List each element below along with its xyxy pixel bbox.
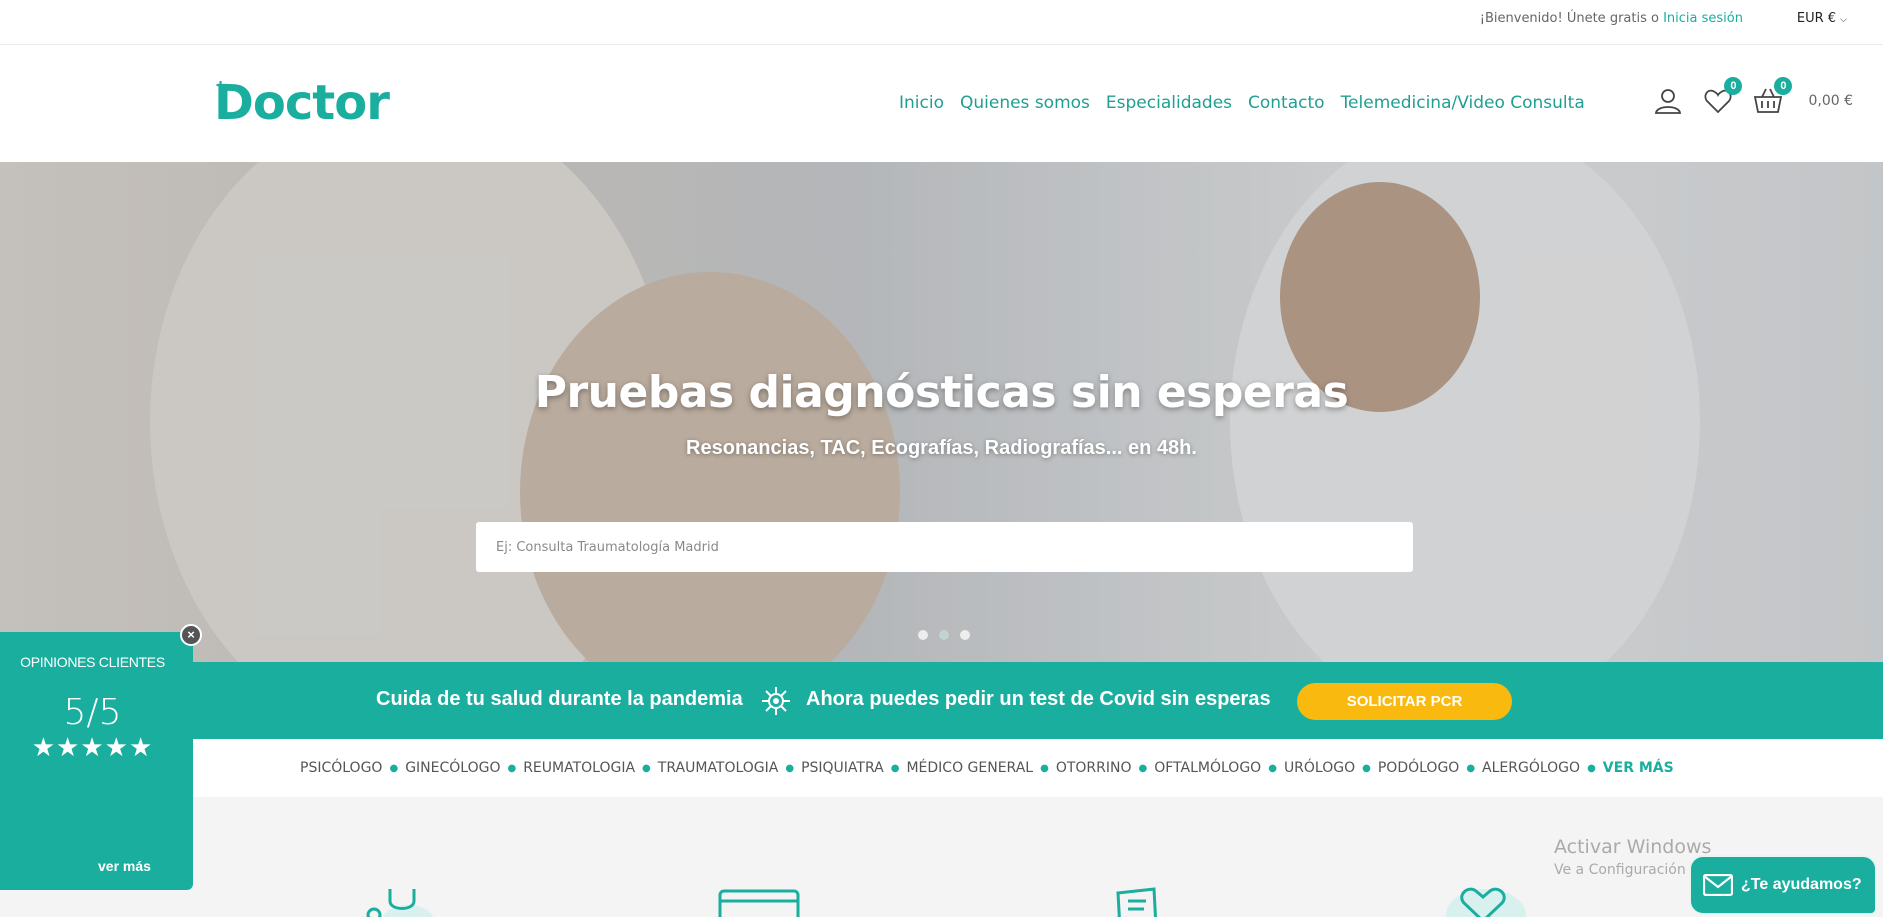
reviews-score: 5/5 [63,692,122,733]
nav-item-contacto[interactable]: Contacto [1248,93,1325,113]
reviews-title: OPINIONES CLIENTES [20,654,165,670]
nav-item-telemedicina[interactable]: Telemedicina/Video Consulta [1341,93,1585,113]
slider-dot-1[interactable] [918,630,928,640]
nav-item-especialidades[interactable]: Especialidades [1106,93,1232,113]
main-nav: Inicio Quienes somos Especialidades Cont… [899,93,1585,113]
specialty-link[interactable]: ALERGÓLOGO [1482,760,1580,776]
cart-button[interactable]: 0 [1752,77,1793,117]
currency-label: EUR € [1796,11,1837,26]
nav-item-quienes-somos[interactable]: Quienes somos [960,93,1090,113]
account-button[interactable] [1652,85,1684,117]
slider-dot-2[interactable] [939,630,949,640]
specialty-link[interactable]: GINECÓLOGO [405,760,500,776]
welcome-message: ¡Bienvenido! Únete gratis o Inicia sesió… [1480,11,1743,26]
specialties-list: PSICÓLOGO ● GINECÓLOGO ● REUMATOLOGIA ● TRA… [300,760,1674,776]
logo-text: Doctor [214,75,390,131]
separator-dot: ● [1466,762,1476,774]
search-input[interactable] [476,522,1413,572]
envelope-icon [1703,874,1733,896]
user-icon [1655,89,1682,114]
slider-dot-3[interactable] [960,630,970,640]
separator-dot: ● [1587,762,1596,774]
site-header: ✚ Doctor Inicio Quienes somos Especialid… [0,45,1883,162]
currency-selector[interactable]: EUR € ⌵ [1797,11,1847,26]
clipboard-icon [1116,887,1157,917]
specialty-link[interactable]: URÓLOGO [1284,760,1355,776]
top-bar: ¡Bienvenido! Únete gratis o Inicia sesió… [0,0,1883,45]
slider-dots [918,630,970,640]
specialty-link[interactable]: PSIQUIATRA [801,760,884,776]
welcome-text: ¡Bienvenido! Únete gratis o [1479,11,1659,26]
login-link[interactable]: Inicia sesión [1663,11,1743,26]
specialty-link[interactable]: MÉDICO GENERAL [906,760,1033,776]
site-logo[interactable]: ✚ Doctor [214,75,390,131]
separator-dot: ● [507,762,517,774]
banner-text-right: Ahora puedes pedir un test de Covid sin … [806,688,1271,710]
help-chat-button[interactable]: ¿Te ayudamos? [1689,855,1877,915]
credit-card-icon [718,889,800,917]
medical-cross-icon: ✚ [216,79,225,92]
hero-slider: Pruebas diagnósticas sin esperas Resonan… [0,162,1883,662]
chevron-down-icon: ⌵ [1840,15,1847,25]
specialties-bar: PSICÓLOGO ● GINECÓLOGO ● REUMATOLOGIA ● TRA… [0,739,1883,797]
hero-subtitle: Resonancias, TAC, Ecografías, Radiografí… [686,437,1197,459]
separator-dot: ● [642,762,651,774]
separator-dot: ● [890,762,900,774]
banner-text-left: Cuida de tu salud durante la pandemia [376,688,743,710]
stethoscope-icon [366,889,434,917]
header-actions: 0 0 0,00 € [1652,77,1853,117]
wishlist-button[interactable]: 0 [1702,77,1743,117]
star-rating-icon: ★★★★★ [31,732,154,762]
specialty-link[interactable]: REUMATOLOGIA [523,760,635,776]
virus-icon [762,687,790,715]
cart-total: 0,00 € [1808,93,1853,109]
separator-dot: ● [1268,762,1277,774]
specialty-link[interactable]: PODÓLOGO [1378,760,1459,776]
separator-dot: ● [785,762,795,774]
separator-dot: ● [389,762,399,774]
specialty-link[interactable]: PSICÓLOGO [300,760,382,776]
separator-dot: ● [1040,762,1049,774]
request-pcr-button[interactable]: SOLICITAR PCR [1297,683,1512,720]
covid-banner: Cuida de tu salud durante la pandemia Ah… [0,662,1883,739]
heart-care-icon [1446,887,1526,917]
separator-dot: ● [1138,762,1148,774]
help-label: ¿Te ayudamos? [1741,876,1862,893]
view-more-specialties-link[interactable]: VER MÁS [1603,760,1674,776]
specialty-link[interactable]: OFTALMÓLOGO [1154,760,1261,776]
specialty-link[interactable]: OTORRINO [1056,760,1132,776]
wishlist-count-badge: 0 [1724,77,1743,95]
close-reviews-button[interactable]: × [180,624,202,646]
specialty-link[interactable]: TRAUMATOLOGIA [658,760,779,776]
cart-count-badge: 0 [1774,77,1793,95]
nav-item-inicio[interactable]: Inicio [899,93,944,113]
reviews-widget: × OPINIONES CLIENTES 5/5 ★★★★★ ver más [0,624,202,890]
hero-title: Pruebas diagnósticas sin esperas [534,367,1349,418]
reviews-more-link[interactable]: ver más [98,858,151,874]
separator-dot: ● [1362,762,1371,774]
